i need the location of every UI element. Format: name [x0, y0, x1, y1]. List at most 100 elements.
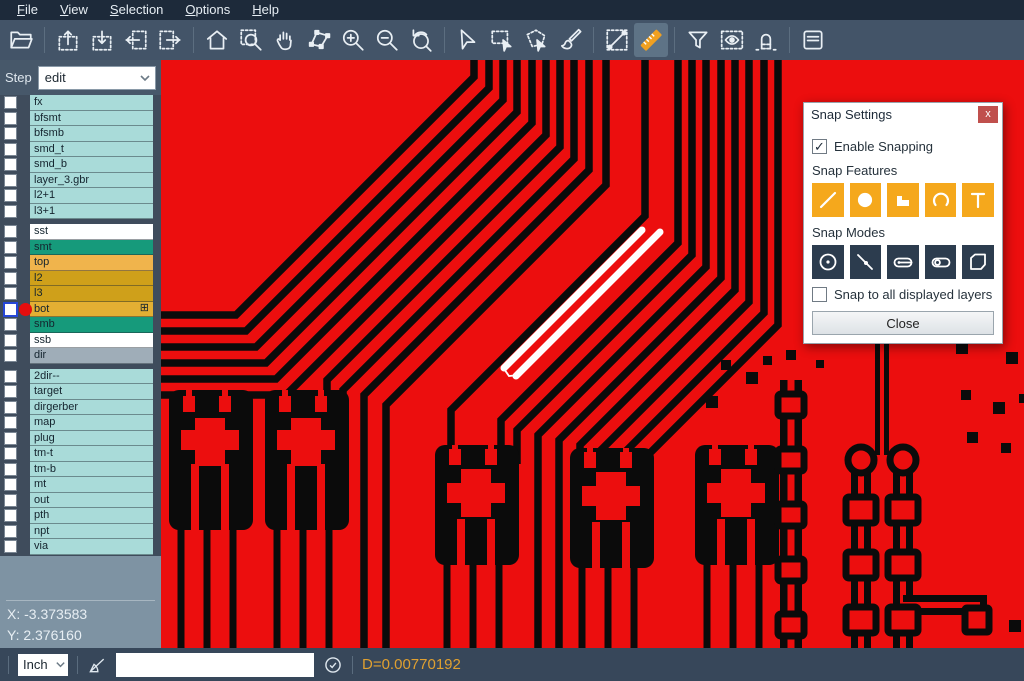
layer-row-2dir--[interactable]: 2dir-- — [0, 369, 161, 385]
open-job-icon[interactable] — [4, 23, 38, 57]
layer-name-cell[interactable]: mt — [30, 477, 153, 493]
select-rectangle-icon[interactable] — [485, 23, 519, 57]
select-pointer-icon[interactable] — [451, 23, 485, 57]
layer-name-cell[interactable]: smd_t — [30, 142, 153, 158]
zoom-window-icon[interactable] — [234, 23, 268, 57]
layer-row-map[interactable]: map — [0, 415, 161, 431]
layer-name-cell[interactable]: top — [30, 255, 153, 271]
layer-row-smd_t[interactable]: smd_t — [0, 142, 161, 158]
layer-checkbox[interactable] — [4, 370, 17, 383]
layer-row-pth[interactable]: pth — [0, 508, 161, 524]
layer-checkbox[interactable] — [4, 349, 17, 362]
layer-name-cell[interactable]: map — [30, 415, 153, 431]
snap-arc-icon[interactable] — [925, 183, 957, 217]
enable-snapping-row[interactable]: ✓ Enable Snapping — [812, 139, 994, 154]
menu-item-options[interactable]: Options — [174, 0, 241, 20]
step-dropdown[interactable]: edit — [38, 66, 156, 90]
layer-checkbox[interactable] — [4, 143, 17, 156]
layer-grid-icon[interactable]: ⊞ — [140, 303, 149, 314]
measure-value-input[interactable] — [116, 653, 314, 677]
home-view-icon[interactable] — [200, 23, 234, 57]
layer-row-l3[interactable]: l3 — [0, 286, 161, 302]
layer-name-cell[interactable]: smd_b — [30, 157, 153, 173]
layer-row-bot[interactable]: bot⊞ — [0, 302, 161, 318]
layer-row-tm-t[interactable]: tm-t — [0, 446, 161, 462]
angle-measure-icon[interactable] — [87, 655, 107, 675]
snap-center-icon[interactable] — [812, 245, 844, 279]
recalculate-icon[interactable] — [323, 655, 343, 675]
layer-row-ssb[interactable]: ssb — [0, 333, 161, 349]
layer-name-cell[interactable]: pth — [30, 508, 153, 524]
layer-row-tm-b[interactable]: tm-b — [0, 462, 161, 478]
layer-checkbox[interactable] — [4, 432, 17, 445]
layer-name-cell[interactable]: dir — [30, 348, 153, 364]
layer-row-layer_3.gbr[interactable]: layer_3.gbr — [0, 173, 161, 189]
layer-name-cell[interactable]: tm-t — [30, 446, 153, 462]
layer-row-target[interactable]: target — [0, 384, 161, 400]
layer-name-cell[interactable]: layer_3.gbr — [30, 173, 153, 189]
layer-name-cell[interactable]: fx — [30, 95, 153, 111]
layer-row-dir[interactable]: dir — [0, 348, 161, 364]
layer-name-cell[interactable]: out — [30, 493, 153, 509]
layer-checkbox[interactable] — [3, 302, 18, 317]
snap-text-icon[interactable] — [962, 183, 994, 217]
zoom-in-icon[interactable] — [336, 23, 370, 57]
layer-name-cell[interactable]: target — [30, 384, 153, 400]
layer-name-cell[interactable]: ssb — [30, 333, 153, 349]
layer-row-via[interactable]: via — [0, 539, 161, 555]
layer-checkbox[interactable] — [4, 127, 17, 140]
pan-hand-icon[interactable] — [268, 23, 302, 57]
layer-checkbox[interactable] — [4, 525, 17, 538]
layer-name-cell[interactable]: l3 — [30, 286, 153, 302]
measure-ruler-icon[interactable] — [634, 23, 668, 57]
layer-checkbox[interactable] — [4, 272, 17, 285]
unit-dropdown[interactable]: Inch — [18, 654, 68, 676]
layer-row-l3+1[interactable]: l3+1 — [0, 204, 161, 220]
export-left-icon[interactable] — [119, 23, 153, 57]
layer-name-cell[interactable]: l2 — [30, 271, 153, 287]
enable-snapping-checkbox[interactable]: ✓ — [812, 139, 827, 154]
snap-slot-side-icon[interactable] — [925, 245, 957, 279]
layer-name-cell[interactable]: smt — [30, 240, 153, 256]
layer-name-cell[interactable]: bot⊞ — [30, 302, 153, 318]
menu-item-selection[interactable]: Selection — [99, 0, 174, 20]
import-bottom-icon[interactable] — [85, 23, 119, 57]
zoom-polygon-icon[interactable] — [302, 23, 336, 57]
snap-round-pad-icon[interactable] — [850, 183, 882, 217]
snap-profile-icon[interactable] — [962, 245, 994, 279]
snap-line-icon[interactable] — [812, 183, 844, 217]
snap-slot-end-icon[interactable] — [887, 245, 919, 279]
layer-checkbox[interactable] — [4, 509, 17, 522]
snap-all-layers-row[interactable]: Snap to all displayed layers — [812, 287, 994, 302]
layer-checkbox[interactable] — [4, 189, 17, 202]
layer-row-l2+1[interactable]: l2+1 — [0, 188, 161, 204]
layer-checkbox[interactable] — [4, 112, 17, 125]
layer-checkbox[interactable] — [4, 225, 17, 238]
layer-checkbox[interactable] — [4, 401, 17, 414]
layer-name-cell[interactable]: smb — [30, 317, 153, 333]
layer-name-cell[interactable]: npt — [30, 524, 153, 540]
layer-checkbox[interactable] — [4, 287, 17, 300]
layer-row-bfsmt[interactable]: bfsmt — [0, 111, 161, 127]
zoom-previous-icon[interactable] — [404, 23, 438, 57]
layer-name-cell[interactable]: 2dir-- — [30, 369, 153, 385]
layers-panel-icon[interactable] — [796, 23, 830, 57]
layer-row-mt[interactable]: mt — [0, 477, 161, 493]
layer-name-cell[interactable]: sst — [30, 224, 153, 240]
layer-row-dirgerber[interactable]: dirgerber — [0, 400, 161, 416]
snap-shape-pad-icon[interactable] — [887, 183, 919, 217]
layer-name-cell[interactable]: bfsmt — [30, 111, 153, 127]
layer-name-cell[interactable]: l3+1 — [30, 204, 153, 220]
layer-name-cell[interactable]: via — [30, 539, 153, 555]
layer-checkbox[interactable] — [4, 256, 17, 269]
layer-checkbox[interactable] — [4, 334, 17, 347]
close-button[interactable]: Close — [812, 311, 994, 335]
layer-name-cell[interactable]: tm-b — [30, 462, 153, 478]
layer-row-out[interactable]: out — [0, 493, 161, 509]
layer-row-fx[interactable]: fx — [0, 95, 161, 111]
layer-row-bfsmb[interactable]: bfsmb — [0, 126, 161, 142]
layer-checkbox[interactable] — [4, 416, 17, 429]
layer-name-cell[interactable]: l2+1 — [30, 188, 153, 204]
import-top-icon[interactable] — [51, 23, 85, 57]
measure-points-icon[interactable] — [600, 23, 634, 57]
